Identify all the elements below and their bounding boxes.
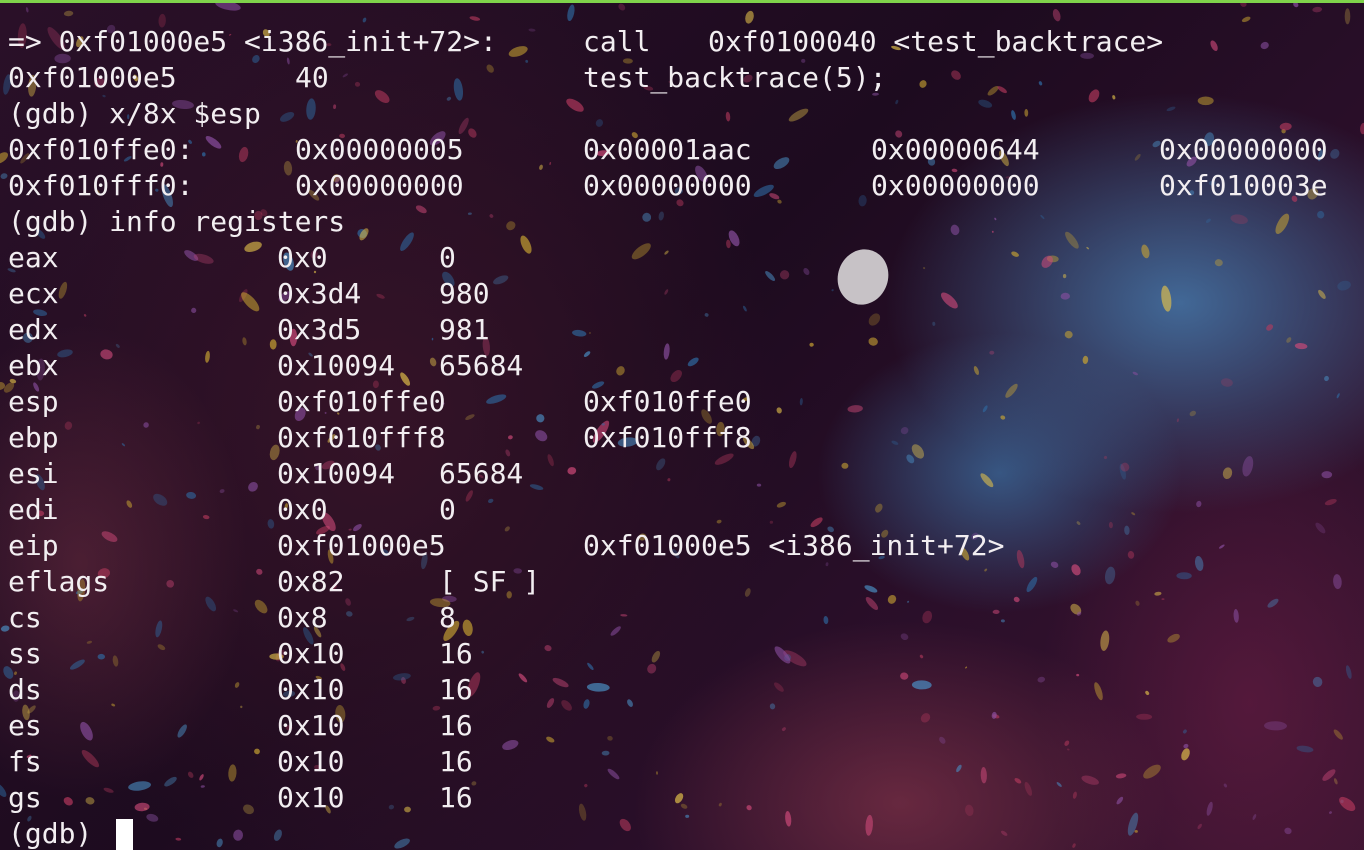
output-field: 0xf0100040 <test_backtrace> bbox=[708, 25, 1164, 58]
output-field: esi bbox=[8, 457, 59, 490]
output-field: 0x00000000 bbox=[583, 169, 752, 202]
gdb-command: (gdb) x/8x $esp bbox=[8, 97, 261, 130]
output-field: 16 bbox=[439, 673, 473, 706]
output-field: 0xf010003e bbox=[1159, 169, 1328, 202]
gdb-prompt: (gdb) bbox=[8, 817, 110, 850]
output-field: => 0xf01000e5 <i386_init+72>: bbox=[8, 25, 497, 58]
output-field: cs bbox=[8, 601, 42, 634]
output-field: 0x10 bbox=[277, 637, 345, 670]
output-field: 0x00000644 bbox=[871, 133, 1040, 166]
output-field: eax bbox=[8, 241, 59, 274]
output-field: 0x3d4 bbox=[277, 277, 362, 310]
output-field: 0x82 bbox=[277, 565, 345, 598]
output-field: 0 bbox=[439, 241, 456, 274]
output-field: 65684 bbox=[439, 349, 524, 382]
output-field: 0x10094 bbox=[277, 457, 396, 490]
output-field: 0xf010ffe0 bbox=[583, 385, 752, 418]
output-field: 0xf010fff0: bbox=[8, 169, 194, 202]
output-field: ss bbox=[8, 637, 42, 670]
output-field: 0xf01000e5 bbox=[8, 61, 177, 94]
output-field: 0x10094 bbox=[277, 349, 396, 382]
output-field: 0x00000000 bbox=[871, 169, 1040, 202]
output-field: 16 bbox=[439, 709, 473, 742]
output-field: 0x00000000 bbox=[1159, 133, 1328, 166]
output-field: 0x00000005 bbox=[295, 133, 464, 166]
output-field: 0xf01000e5 <i386_init+72> bbox=[583, 529, 1005, 562]
output-field: ds bbox=[8, 673, 42, 706]
output-field: 0xf010ffe0: bbox=[8, 133, 194, 166]
output-field: 40 bbox=[295, 61, 329, 94]
text-cursor[interactable] bbox=[116, 819, 133, 850]
output-field: 0x3d5 bbox=[277, 313, 362, 346]
output-field: 0x10 bbox=[277, 709, 345, 742]
output-field: call bbox=[583, 25, 651, 58]
output-field: es bbox=[8, 709, 42, 742]
output-field: 0x00000000 bbox=[295, 169, 464, 202]
output-field: 16 bbox=[439, 781, 473, 814]
output-field: 0x10 bbox=[277, 745, 345, 778]
output-field: ebx bbox=[8, 349, 59, 382]
output-field: 0x8 bbox=[277, 601, 328, 634]
output-field: fs bbox=[8, 745, 42, 778]
output-field: 0xf010fff8 bbox=[277, 421, 446, 454]
output-field: 8 bbox=[439, 601, 456, 634]
output-field: 0x10 bbox=[277, 673, 345, 706]
output-field: esp bbox=[8, 385, 59, 418]
output-field: 0xf01000e5 bbox=[277, 529, 446, 562]
output-field: eip bbox=[8, 529, 59, 562]
output-field: edx bbox=[8, 313, 59, 346]
output-field: 0x0 bbox=[277, 493, 328, 526]
output-field: 65684 bbox=[439, 457, 524, 490]
output-field: 0x0 bbox=[277, 241, 328, 274]
output-field: 0xf010ffe0 bbox=[277, 385, 446, 418]
gdb-command: (gdb) info registers bbox=[8, 205, 346, 238]
output-field: gs bbox=[8, 781, 42, 814]
output-field: 0x10 bbox=[277, 781, 345, 814]
output-field: edi bbox=[8, 493, 59, 526]
terminal-window[interactable]: => 0xf01000e5 <i386_init+72>: call 0xf0100… bbox=[0, 0, 1364, 850]
output-field: 0xf010fff8 bbox=[583, 421, 752, 454]
output-field: 981 bbox=[439, 313, 490, 346]
output-field: [ SF ] bbox=[439, 565, 541, 598]
output-field: 0 bbox=[439, 493, 456, 526]
output-field: 0x00001aac bbox=[583, 133, 752, 166]
output-field: 980 bbox=[439, 277, 490, 310]
output-field: test_backtrace(5); bbox=[583, 61, 887, 94]
output-field: ebp bbox=[8, 421, 59, 454]
output-field: eflags bbox=[8, 565, 110, 598]
output-field: ecx bbox=[8, 277, 59, 310]
output-field: 16 bbox=[439, 637, 473, 670]
output-field: 16 bbox=[439, 745, 473, 778]
